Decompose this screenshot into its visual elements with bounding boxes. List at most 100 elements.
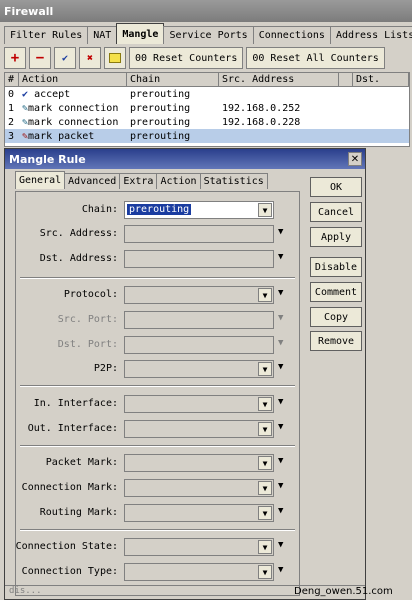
triangle-down-icon[interactable]: ▼ bbox=[278, 227, 283, 237]
copy-button[interactable]: Copy bbox=[310, 307, 362, 327]
reset-counters-button[interactable]: 00 Reset Counters bbox=[129, 47, 244, 69]
ok-button[interactable]: OK bbox=[310, 177, 362, 197]
connection-mark-field[interactable]: ▼ bbox=[124, 479, 274, 497]
connection-state-label: Connection State: bbox=[15, 541, 118, 552]
dialog-title: Mangle Rule bbox=[9, 152, 86, 166]
triangle-down-icon[interactable]: ▼ bbox=[278, 422, 283, 432]
tab-extra[interactable]: Extra bbox=[119, 173, 158, 189]
triangle-down-icon[interactable]: ▼ bbox=[278, 397, 283, 407]
dialog-titlebar[interactable]: Mangle Rule ✕ bbox=[5, 149, 365, 169]
col-chain[interactable]: Chain bbox=[127, 72, 219, 87]
comment-button[interactable] bbox=[104, 47, 126, 69]
routing-mark-row: Routing Mark: ▼ ▼ bbox=[16, 504, 301, 522]
row-chain: prerouting bbox=[130, 102, 191, 114]
chain-select[interactable]: prerouting ▼ bbox=[124, 201, 274, 219]
disable-button[interactable]: Disable bbox=[310, 257, 362, 277]
accept-icon: ✔ bbox=[22, 88, 29, 100]
mangle-rule-dialog: Mangle Rule ✕ General Advanced Extra Act… bbox=[4, 148, 366, 600]
chevron-down-icon[interactable]: ▼ bbox=[258, 481, 272, 495]
close-icon[interactable]: ✕ bbox=[348, 152, 362, 166]
divider bbox=[20, 277, 295, 279]
dst-address-field[interactable] bbox=[124, 250, 274, 268]
remove-button[interactable]: Remove bbox=[310, 331, 362, 351]
cancel-button[interactable]: Cancel bbox=[310, 202, 362, 222]
tab-connections[interactable]: Connections bbox=[252, 26, 331, 44]
triangle-down-icon[interactable]: ▼ bbox=[278, 540, 283, 550]
chevron-down-icon[interactable]: ▼ bbox=[258, 397, 272, 411]
tab-address-lists[interactable]: Address Lists bbox=[329, 26, 412, 44]
chain-row: Chain: prerouting ▼ bbox=[16, 201, 301, 219]
table-row[interactable]: 1 ✎mark connection prerouting 192.168.0.… bbox=[5, 101, 409, 115]
triangle-down-icon[interactable]: ▼ bbox=[278, 506, 283, 516]
table-row-selected[interactable]: 3 ✎mark packet prerouting bbox=[5, 129, 409, 143]
add-button[interactable]: + bbox=[4, 47, 26, 69]
dst-address-label: Dst. Address: bbox=[39, 253, 118, 264]
row-num: 0 bbox=[8, 88, 15, 100]
protocol-field[interactable]: ▼ bbox=[124, 286, 274, 304]
tab-action[interactable]: Action bbox=[156, 173, 201, 189]
dialog-tab-bar: General Advanced Extra Action Statistics bbox=[15, 171, 268, 189]
p2p-field[interactable]: ▼ bbox=[124, 360, 274, 378]
col-dst[interactable]: Dst. bbox=[353, 72, 409, 87]
watermark: Deng_owen.51.com bbox=[294, 586, 393, 597]
chevron-down-icon[interactable]: ▼ bbox=[258, 540, 272, 554]
dst-address-row: Dst. Address: ▼ bbox=[16, 250, 301, 268]
tab-service-ports[interactable]: Service Ports bbox=[163, 26, 254, 44]
chevron-down-icon[interactable]: ▼ bbox=[258, 203, 272, 217]
tab-nat[interactable]: NAT bbox=[87, 26, 118, 44]
p2p-row: P2P: ▼ ▼ bbox=[16, 360, 301, 378]
col-action[interactable]: Action bbox=[19, 72, 127, 87]
packet-mark-label: Packet Mark: bbox=[45, 457, 118, 468]
col-src-port[interactable] bbox=[339, 72, 353, 87]
connection-state-field[interactable]: ▼ bbox=[124, 538, 274, 556]
triangle-down-icon[interactable]: ▼ bbox=[278, 456, 283, 466]
remove-button[interactable]: − bbox=[29, 47, 51, 69]
rules-table: # Action Chain Src. Address Dst. 0 ✔ acc… bbox=[4, 72, 410, 147]
out-interface-row: Out. Interface: ▼ ▼ bbox=[16, 420, 301, 438]
row-chain: prerouting bbox=[130, 116, 191, 128]
tab-mangle[interactable]: Mangle bbox=[116, 23, 165, 44]
triangle-down-icon[interactable]: ▼ bbox=[278, 288, 283, 298]
window-titlebar: Firewall bbox=[0, 0, 412, 22]
apply-button[interactable]: Apply bbox=[310, 227, 362, 247]
col-src-address[interactable]: Src. Address bbox=[219, 72, 339, 87]
src-port-row: Src. Port: ▼ bbox=[16, 311, 301, 329]
chevron-down-icon[interactable]: ▼ bbox=[258, 362, 272, 376]
table-row[interactable]: 0 ✔ accept prerouting bbox=[5, 87, 409, 101]
minus-icon: − bbox=[35, 50, 45, 66]
disable-button[interactable]: ✖ bbox=[79, 47, 101, 69]
tab-advanced[interactable]: Advanced bbox=[64, 173, 121, 189]
routing-mark-field[interactable]: ▼ bbox=[124, 504, 274, 522]
comment-button[interactable]: Comment bbox=[310, 282, 362, 302]
table-row[interactable]: 2 ✎mark connection prerouting 192.168.0.… bbox=[5, 115, 409, 129]
col-num[interactable]: # bbox=[5, 72, 19, 87]
chevron-down-icon[interactable]: ▼ bbox=[258, 565, 272, 579]
tab-filter-rules[interactable]: Filter Rules bbox=[4, 26, 89, 44]
src-address-row: Src. Address: ▼ bbox=[16, 225, 301, 243]
packet-mark-row: Packet Mark: ▼ ▼ bbox=[16, 454, 301, 472]
chevron-down-icon[interactable]: ▼ bbox=[258, 422, 272, 436]
connection-mark-label: Connection Mark: bbox=[21, 482, 118, 493]
triangle-down-icon[interactable]: ▼ bbox=[278, 362, 283, 372]
triangle-down-icon[interactable]: ▼ bbox=[278, 252, 283, 262]
reset-all-counters-button[interactable]: 00 Reset All Counters bbox=[246, 47, 385, 69]
triangle-down-icon[interactable]: ▼ bbox=[278, 481, 283, 491]
packet-mark-field[interactable]: ▼ bbox=[124, 454, 274, 472]
divider bbox=[20, 445, 295, 447]
tab-general[interactable]: General bbox=[15, 171, 66, 189]
chevron-down-icon[interactable]: ▼ bbox=[258, 288, 272, 302]
dst-port-field bbox=[124, 336, 274, 354]
out-interface-field[interactable]: ▼ bbox=[124, 420, 274, 438]
enable-button[interactable]: ✔ bbox=[54, 47, 76, 69]
in-interface-field[interactable]: ▼ bbox=[124, 395, 274, 413]
src-address-field[interactable] bbox=[124, 225, 274, 243]
tab-statistics[interactable]: Statistics bbox=[199, 173, 268, 189]
connection-type-field[interactable]: ▼ bbox=[124, 563, 274, 581]
triangle-down-icon[interactable]: ▼ bbox=[278, 565, 283, 575]
src-port-label: Src. Port: bbox=[57, 314, 118, 325]
chevron-down-icon[interactable]: ▼ bbox=[258, 506, 272, 520]
row-src: 192.168.0.252 bbox=[222, 102, 301, 114]
p2p-label: P2P: bbox=[93, 363, 118, 374]
chevron-down-icon[interactable]: ▼ bbox=[258, 456, 272, 470]
row-src: 192.168.0.228 bbox=[222, 116, 301, 128]
